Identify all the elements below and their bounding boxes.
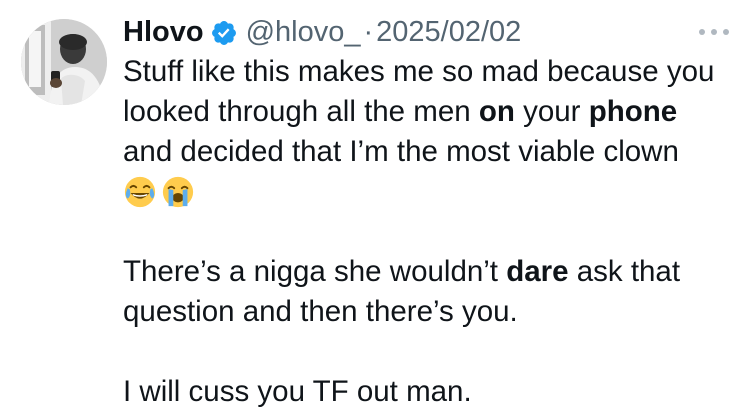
tweet-date[interactable]: 2025/02/02: [376, 12, 521, 52]
tweet-line-1: Stuff like this makes me so mad because …: [123, 55, 715, 88]
text-segment: looked through all the men: [123, 95, 479, 128]
text-segment: your: [514, 95, 589, 128]
user-handle[interactable]: @hlovo_: [246, 12, 361, 52]
avatar[interactable]: [21, 19, 107, 105]
tweet-card[interactable]: Hlovo @hlovo_ · 2025/02/02 Stuff like th…: [0, 0, 750, 408]
tweet-text: Stuff like this makes me so mad because …: [123, 52, 723, 412]
more-options-icon[interactable]: [696, 24, 732, 40]
emoji-row: [123, 172, 723, 212]
tweet-line-5: There’s a nigga she wouldn’t dare ask th…: [123, 252, 723, 292]
text-segment: There’s a nigga she wouldn’t: [123, 255, 507, 288]
tweet-line-6: question and then there’s you.: [123, 295, 518, 328]
tweet-line-2: looked through all the men on your phone: [123, 92, 723, 132]
header-separator: ·: [363, 16, 374, 48]
bold-text: phone: [588, 95, 678, 128]
face-with-tears-of-joy-icon: [123, 175, 157, 209]
bold-text: on: [478, 95, 515, 128]
tweet-line-8: I will cuss you TF out man.: [123, 375, 472, 408]
tweet-line-3: and decided that I’m the most viable clo…: [123, 135, 679, 168]
loudly-crying-face-icon: [161, 175, 195, 209]
bold-text: dare: [506, 255, 569, 288]
verified-badge-icon: [210, 18, 238, 46]
text-segment: ask that: [568, 255, 681, 288]
display-name[interactable]: Hlovo: [123, 12, 204, 52]
tweet-header: Hlovo @hlovo_ · 2025/02/02: [123, 12, 521, 52]
